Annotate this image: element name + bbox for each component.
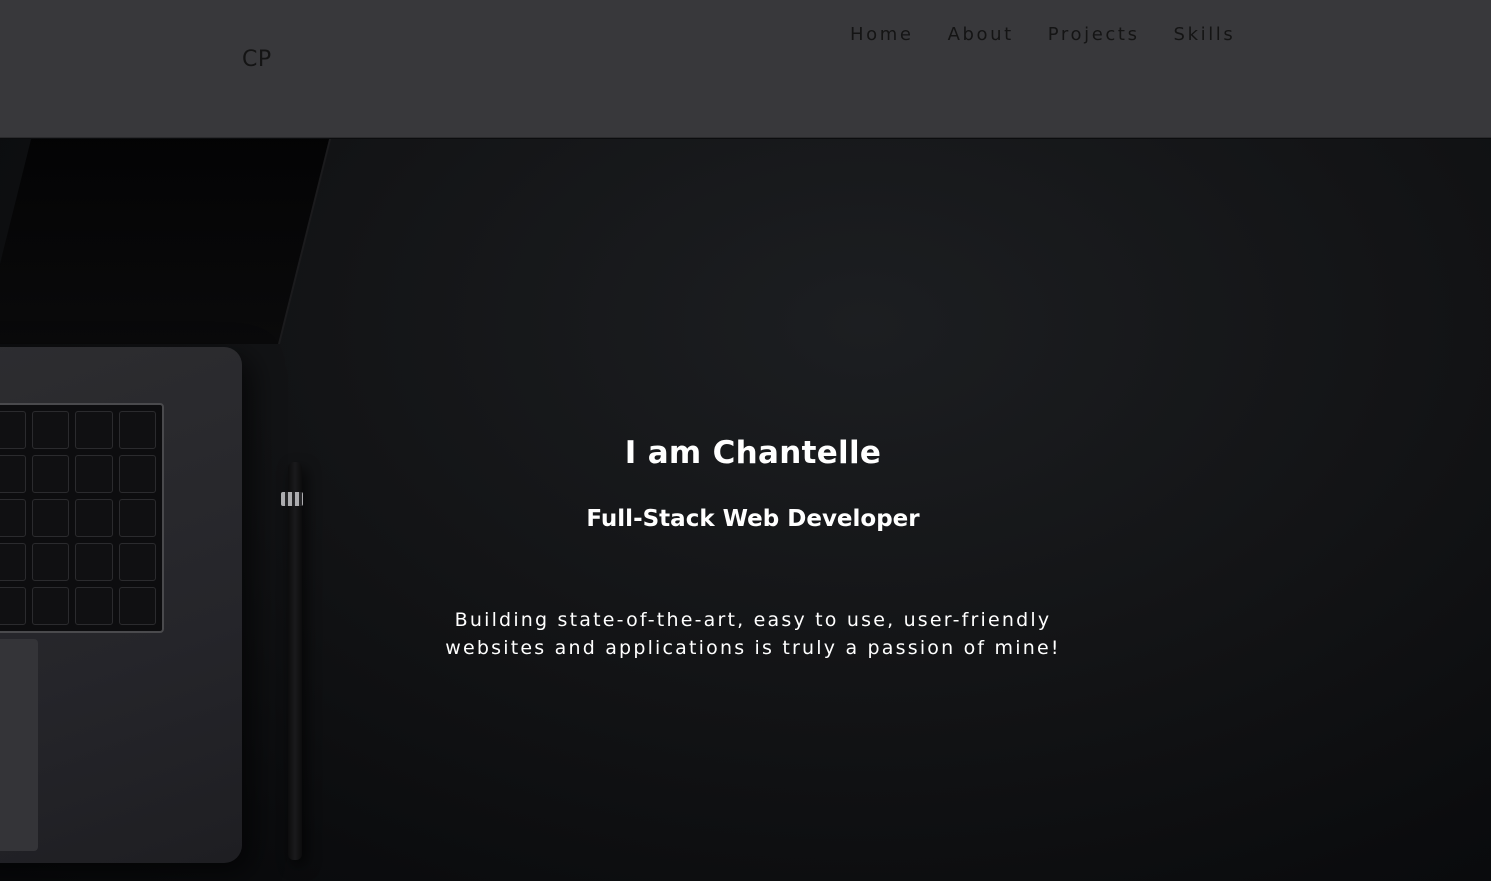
hero-title: I am Chantelle <box>624 435 882 471</box>
laptop-screen-illustration <box>0 139 334 344</box>
key-illustration <box>75 543 113 581</box>
key-illustration <box>31 587 69 625</box>
hero-tagline-line-1: Building state-of-the-art, easy to use, … <box>454 609 1052 631</box>
hero-section: I am Chantelle Full-Stack Web Developer … <box>0 139 1491 881</box>
nav-about-link[interactable]: About <box>948 24 1014 46</box>
site-header: CP Home About Projects Skills <box>0 0 1491 138</box>
nav-home-link[interactable]: Home <box>850 24 914 46</box>
pencil-band-illustration <box>281 492 303 506</box>
nav-projects-link[interactable]: Projects <box>1048 24 1140 46</box>
key-illustration <box>31 543 69 581</box>
trackpad-illustration <box>0 639 38 851</box>
key-illustration <box>118 543 156 581</box>
hero-tagline-line-2: websites and applications is truly a pas… <box>445 637 1061 659</box>
key-illustration <box>0 587 26 625</box>
key-illustration <box>75 587 113 625</box>
nav-skills-link[interactable]: Skills <box>1174 24 1236 46</box>
main-nav: Home About Projects Skills <box>850 24 1235 46</box>
site-logo[interactable]: CP <box>242 47 272 72</box>
hero-tagline: Building state-of-the-art, easy to use, … <box>400 606 1106 662</box>
key-illustration <box>118 587 156 625</box>
hero-subtitle: Full-Stack Web Developer <box>586 506 920 532</box>
key-illustration <box>0 543 26 581</box>
